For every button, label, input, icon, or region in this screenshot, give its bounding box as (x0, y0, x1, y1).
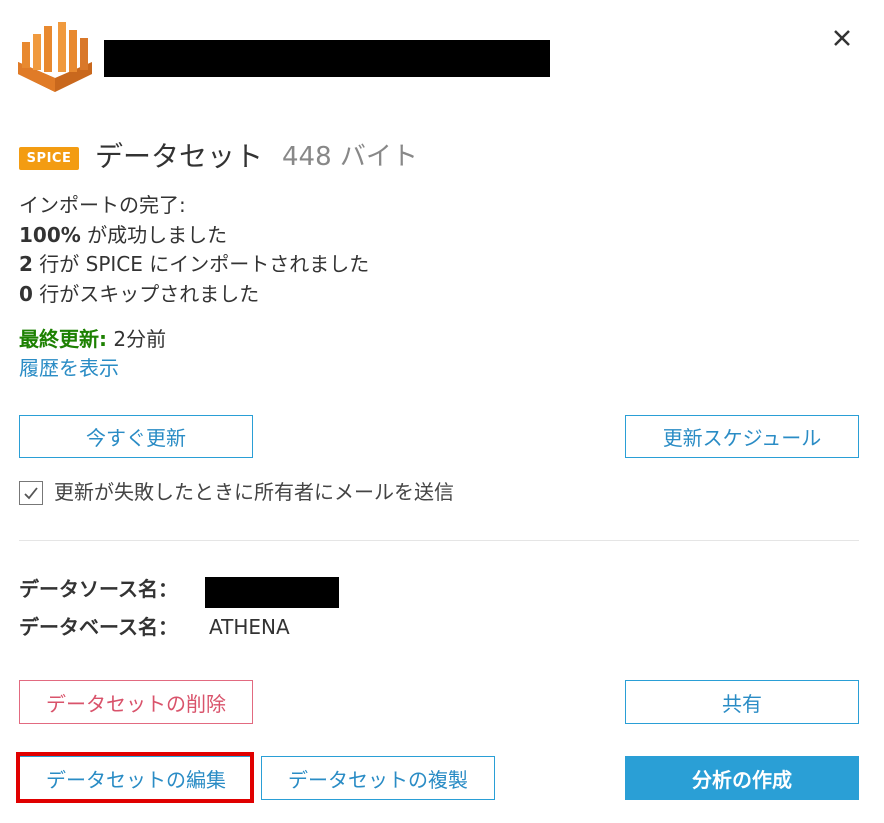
dataset-title-redacted (104, 40, 550, 77)
last-refresh-label: 最終更新: (19, 327, 107, 351)
import-rows-text: 行が SPICE にインポートされました (32, 252, 370, 276)
import-skipped-line: 0 行がスキップされました (19, 280, 259, 308)
import-skipped-count: 0 (19, 282, 33, 306)
last-refresh: 最終更新: 2分前 (19, 325, 166, 353)
datasource-name-redacted (205, 577, 339, 608)
close-icon[interactable] (828, 24, 856, 52)
refresh-now-button[interactable]: 今すぐ更新 (19, 415, 253, 458)
checkmark-icon (24, 487, 38, 500)
last-refresh-value: 2分前 (107, 327, 167, 351)
import-rows-count: 2 (19, 252, 33, 276)
view-history-link[interactable]: 履歴を表示 (19, 354, 119, 382)
create-analysis-button[interactable]: 分析の作成 (625, 756, 859, 800)
share-button[interactable]: 共有 (625, 680, 859, 724)
schedule-refresh-button[interactable]: 更新スケジュール (625, 415, 859, 458)
delete-dataset-button[interactable]: データセットの削除 (19, 680, 253, 724)
edit-dataset-button[interactable]: データセットの編集 (19, 756, 253, 800)
database-name-label: データベース名： (19, 615, 178, 639)
email-on-failure-checkbox[interactable] (19, 481, 43, 505)
import-success-text: が成功しました (80, 223, 228, 247)
import-success-pct: 100% (19, 223, 81, 247)
spice-badge: SPICE (19, 147, 79, 170)
section-divider (19, 540, 859, 541)
import-success-line: 100% が成功しました (19, 221, 227, 249)
import-rows-line: 2 行が SPICE にインポートされました (19, 250, 369, 278)
database-name-value: ATHENA (209, 615, 290, 639)
datasource-name-label: データソース名： (19, 577, 178, 601)
import-heading: インポートの完了: (19, 193, 186, 217)
aws-quicksight-logo-icon (18, 22, 92, 92)
dataset-size: 448 バイト (282, 142, 418, 172)
duplicate-dataset-button[interactable]: データセットの複製 (261, 756, 495, 800)
dataset-label: データセット (95, 140, 264, 173)
import-skipped-text: 行がスキップされました (32, 282, 260, 306)
email-on-failure-label: 更新が失敗したときに所有者にメールを送信 (54, 480, 454, 504)
